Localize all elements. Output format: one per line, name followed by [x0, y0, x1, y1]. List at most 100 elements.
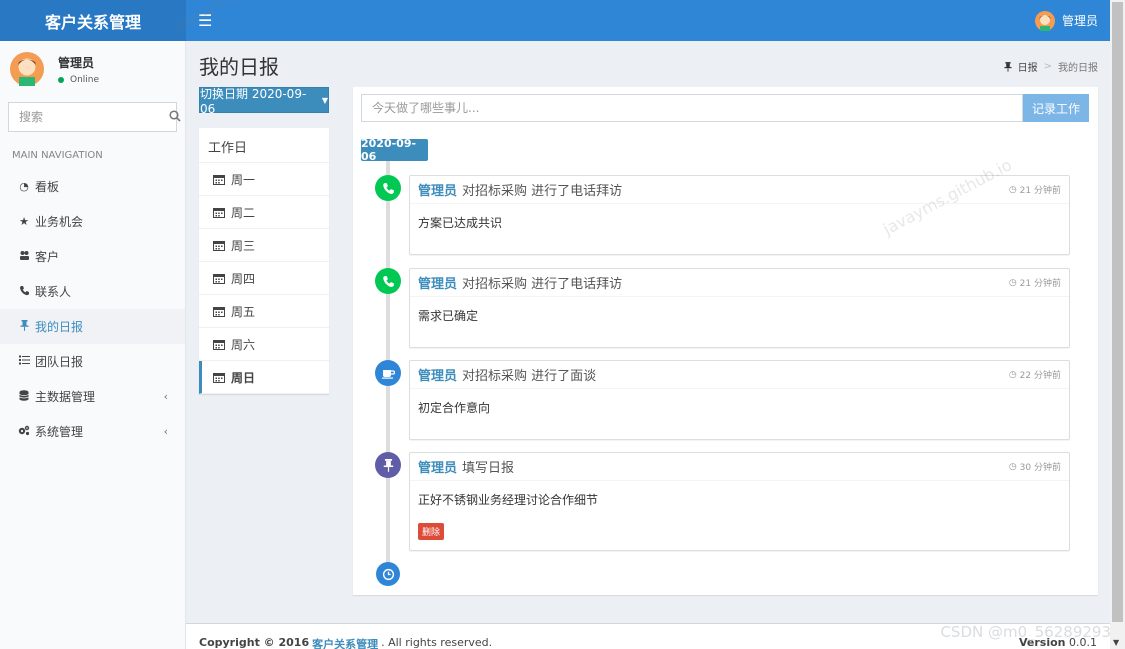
calendar-icon: [213, 240, 225, 251]
timeline-panel: 记录工作 2020-09-06 管理员 对招标采购 进行了电话拜访 ◷21 分钟…: [353, 87, 1098, 595]
weekday-label: 周日: [231, 370, 256, 385]
workday-header: 工作日: [199, 130, 329, 163]
sidebar-item-my-daily[interactable]: 我的日报: [0, 309, 185, 344]
phone-icon: [375, 268, 401, 294]
footer-copyright: Copyright © 2016: [199, 636, 310, 649]
timeline-item-action: 填写日报: [462, 461, 515, 476]
weekday-item[interactable]: 周四: [199, 262, 329, 295]
timeline-item: 管理员 填写日报 ◷ 30 分钟前 正好不锈钢业务经理讨论合作细节 删除: [409, 452, 1070, 551]
sidebar-item-dashboard[interactable]: ◔ 看板: [0, 169, 185, 204]
time-text: 21 分钟前: [1019, 279, 1061, 289]
weekday-item[interactable]: 周二: [199, 196, 329, 229]
avatar-icon: [10, 52, 44, 86]
breadcrumb-home[interactable]: 日报: [1018, 59, 1038, 74]
weekday-item[interactable]: 周三: [199, 229, 329, 262]
timeline-item: 管理员 对招标采购 进行了电话拜访 ◷ 21 分钟前 方案已达成共识: [409, 175, 1070, 255]
star-icon: ★: [19, 215, 29, 228]
search-icon[interactable]: [169, 109, 181, 125]
pin-icon: [17, 319, 31, 334]
timeline-item-header: 管理员 对招标采购 进行了电话拜访 ◷ 21 分钟前: [410, 269, 1069, 297]
coffee-icon: [375, 360, 401, 386]
online-dot-icon: [58, 76, 64, 83]
work-log-input[interactable]: [361, 94, 1023, 122]
work-input-row: 记录工作: [361, 94, 1089, 122]
sidebar-item-team-daily[interactable]: 团队日报: [0, 344, 185, 379]
csdn-watermark: CSDN @m0_56289293: [940, 623, 1111, 641]
sidebar-item-system[interactable]: 系统管理 ‹: [0, 414, 185, 449]
clock-icon: ◷: [1008, 461, 1017, 472]
weekday-item-active[interactable]: 周日: [199, 361, 329, 394]
timeline-item-user[interactable]: 管理员: [418, 180, 457, 199]
hamburger-icon[interactable]: ☰: [198, 11, 212, 30]
sidebar-item-label: 系统管理: [35, 425, 84, 439]
sidebar-item-opportunities[interactable]: ★ 业务机会: [0, 204, 185, 239]
weekday-item[interactable]: 周六: [199, 328, 329, 361]
calendar-icon: [213, 372, 225, 383]
calendar-icon: [213, 174, 225, 185]
phone-icon: [17, 285, 31, 299]
weekday-item[interactable]: 周一: [199, 163, 329, 196]
footer-brand-link[interactable]: 客户关系管理: [312, 636, 378, 649]
switch-date-button[interactable]: 切换日期 2020-09-06 ▼: [199, 86, 329, 116]
timeline-item-header: 管理员 对招标采购 进行了面谈 ◷ 22 分钟前: [410, 361, 1069, 389]
switch-date-label: 切换日期 2020-09-06: [200, 86, 307, 116]
weekday-label: 周六: [231, 337, 256, 352]
caret-down-icon: ▼: [321, 95, 328, 105]
calendar-icon: [213, 207, 225, 218]
sidebar-item-label: 联系人: [35, 285, 72, 299]
chevron-left-icon: ‹: [163, 390, 168, 403]
time-text: 30 分钟前: [1019, 463, 1061, 473]
sidebar-search-input[interactable]: [19, 110, 169, 124]
dashboard-icon: ◔: [19, 180, 29, 193]
sidebar-item-label: 主数据管理: [35, 390, 96, 404]
record-work-button[interactable]: 记录工作: [1023, 94, 1089, 122]
breadcrumb-current: 我的日报: [1058, 63, 1098, 74]
timeline-item-time: ◷ 21 分钟前: [1008, 183, 1061, 197]
timeline-item-user[interactable]: 管理员: [418, 365, 457, 384]
sidebar-item-master-data[interactable]: 主数据管理 ‹: [0, 379, 185, 414]
page-title: 我的日报: [199, 55, 279, 79]
timeline-item-body: 需求已确定: [418, 309, 479, 323]
calendar-icon: [213, 339, 225, 350]
footer-rights: . All rights reserved.: [381, 636, 493, 649]
timeline-item-text: 正好不锈钢业务经理讨论合作细节: [418, 493, 599, 507]
timeline-item: 管理员 对招标采购 进行了面谈 ◷ 22 分钟前 初定合作意向: [409, 360, 1070, 440]
breadcrumb: 日报 > 我的日报: [1004, 59, 1098, 74]
sidebar-user-name: 管理员: [58, 55, 95, 70]
timeline-item-header: 管理员 填写日报 ◷ 30 分钟前: [410, 453, 1069, 481]
delete-button[interactable]: 删除: [418, 523, 445, 540]
weekday-label: 周三: [231, 238, 256, 253]
sidebar-item-label: 我的日报: [35, 320, 84, 334]
scrollbar-thumb[interactable]: [1112, 2, 1123, 622]
user-menu[interactable]: 管理员: [1034, 10, 1098, 31]
timeline-item-user[interactable]: 管理员: [418, 273, 457, 292]
timeline-item-body: 正好不锈钢业务经理讨论合作细节 删除: [410, 481, 1069, 548]
sidebar-item-contacts[interactable]: 联系人: [0, 274, 185, 309]
avatar-icon: [1034, 10, 1055, 31]
timeline-item-action: 对招标采购 进行了电话拜访: [462, 184, 623, 199]
pin-icon: [1004, 61, 1012, 72]
timeline-date-label: 2020-09-06: [361, 137, 428, 163]
time-text: 22 分钟前: [1019, 371, 1061, 381]
sidebar-user-panel: 管理员 Online: [0, 41, 185, 97]
chevron-left-icon: ‹: [163, 425, 168, 438]
time-text: 21 分钟前: [1019, 186, 1061, 196]
app-logo[interactable]: 客户关系管理: [0, 0, 186, 41]
vertical-scrollbar[interactable]: ▼: [1110, 0, 1125, 649]
scroll-down-arrow-icon[interactable]: ▼: [1113, 638, 1119, 647]
calendar-icon: [213, 273, 225, 284]
weekday-item[interactable]: 周五: [199, 295, 329, 328]
breadcrumb-separator: >: [1043, 61, 1052, 72]
clock-icon: ◷: [1008, 184, 1017, 195]
phone-icon: [375, 175, 401, 201]
timeline-item-header: 管理员 对招标采购 进行了电话拜访 ◷ 21 分钟前: [410, 176, 1069, 204]
timeline-item-body: 初定合作意向: [418, 401, 491, 415]
clock-icon: ◷: [1008, 277, 1017, 288]
timeline-item-user[interactable]: 管理员: [418, 457, 457, 476]
database-icon: [17, 389, 31, 404]
clock-icon: ◷: [1008, 369, 1017, 380]
sidebar-item-customers[interactable]: 客户: [0, 239, 185, 274]
timeline-item: 管理员 对招标采购 进行了电话拜访 ◷ 21 分钟前 需求已确定: [409, 268, 1070, 348]
sidebar-section-header: MAIN NAVIGATION: [12, 150, 103, 161]
weekday-label: 周四: [231, 271, 256, 286]
